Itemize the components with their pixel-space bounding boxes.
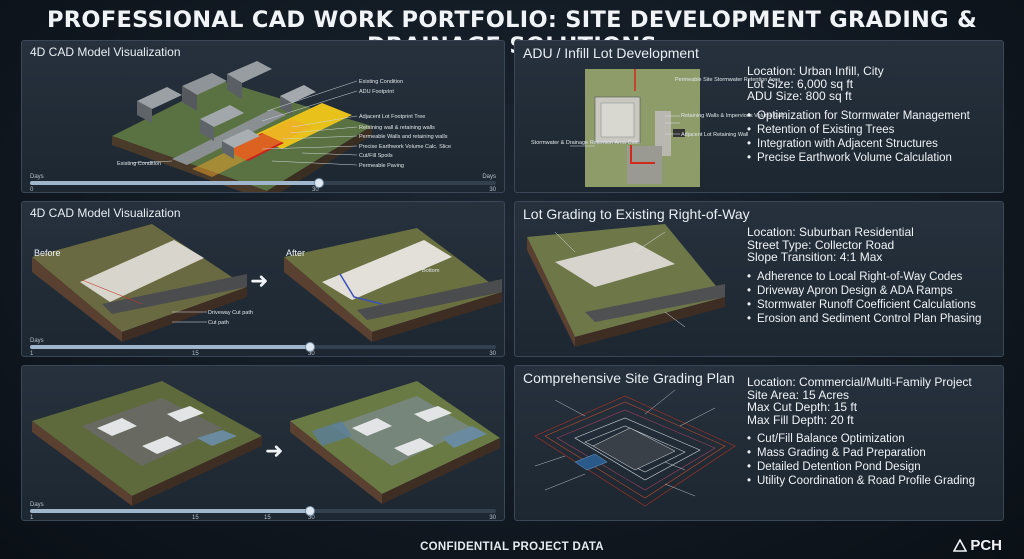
feature-list: Cut/Fill Balance Optimization Mass Gradi… <box>747 432 999 488</box>
location-text: Location: Urban Infill, City <box>747 64 884 78</box>
timeline-slider[interactable] <box>30 342 496 352</box>
list-item: Mass Grading & Pad Preparation <box>747 446 999 460</box>
max-fill-text: Max Fill Depth: 20 ft <box>747 412 854 427</box>
callout: Adjacent Lot Retaining Wall <box>681 132 748 138</box>
list-item: Integration with Adjacent Structures <box>747 137 997 151</box>
feature-list: Optimization for Stormwater Management R… <box>747 109 997 165</box>
location-text: Location: Commercial/Multi-Family Projec… <box>747 375 972 389</box>
timeline-tick: 30 <box>312 187 319 193</box>
callout: Permeable Paving <box>359 163 404 169</box>
adu-size-text: ADU Size: 800 sq ft <box>747 89 852 103</box>
timeline-fill <box>30 509 310 513</box>
slope-text: Slope Transition: 4:1 Max <box>747 250 883 264</box>
logo: PCH <box>953 537 1002 554</box>
timeline-tick: 1 <box>30 515 34 521</box>
timeline-end-label: Days <box>482 174 496 180</box>
timeline-slider[interactable] <box>30 178 496 188</box>
timeline-fill <box>30 181 319 185</box>
timeline-tick: 30 <box>308 351 315 357</box>
list-item: Utility Coordination & Road Profile Grad… <box>747 474 999 488</box>
location-text: Location: Suburban Residential <box>747 225 914 239</box>
list-item: Adherence to Local Right-of-Way Codes <box>747 270 999 284</box>
list-item: Precise Earthwork Volume Calculation <box>747 151 997 165</box>
corner-label: Existing Condition <box>117 161 161 167</box>
grading-info-block: Location: Commercial/Multi-Family Projec… <box>747 376 999 488</box>
list-item: Erosion and Sediment Control Plan Phasin… <box>747 312 999 326</box>
callout: Adjacent Lot Footprint Tree <box>359 114 425 120</box>
callout: Retaining wall & retaining walls <box>359 125 435 131</box>
feature-list: Adherence to Local Right-of-Way Codes Dr… <box>747 270 999 326</box>
timeline-tick: 30 <box>489 351 496 357</box>
callout: Precise Earthwork Volume Calc. Slice <box>359 144 451 150</box>
timeline-tick: 30 <box>489 187 496 193</box>
timeline-fill <box>30 345 310 349</box>
logo-mark-icon <box>953 538 968 552</box>
timeline-tick: 30 <box>489 515 496 521</box>
callout: Stormwater & Drainage Retention Area Cal… <box>531 140 641 146</box>
arrow-icon: ➜ <box>265 438 283 463</box>
callout: Driveway Cut path <box>208 310 253 316</box>
panel-adu-infill: ADU / Infill Lot Development Stormwater … <box>514 40 1004 193</box>
timeline-tick: 15 <box>264 515 271 521</box>
before-after-render: Before After ➜ Bottom Driveway Cut path … <box>32 224 502 342</box>
arrow-icon: ➜ <box>250 268 268 293</box>
timeline-tick: 0 <box>30 187 34 193</box>
list-item: Driveway Apron Design & ADA Ramps <box>747 284 999 298</box>
list-item: Retention of Existing Trees <box>747 123 997 137</box>
callout: Permeable Walls and retaining walls <box>359 134 448 140</box>
panel-lot-grading: Lot Grading to Existing Right-of-Way Loc… <box>514 201 1004 357</box>
timeline-start-label: Days <box>30 338 44 344</box>
list-item: Detailed Detention Pond Design <box>747 460 999 474</box>
footer-text: CONFIDENTIAL PROJECT DATA <box>420 541 604 553</box>
panel-site-phasing: ➜ Days 1 15 15 30 30 <box>21 365 505 521</box>
timeline-tick: 1 <box>30 351 34 357</box>
panel-comprehensive-grading: Comprehensive Site Grading Plan Location… <box>514 365 1004 521</box>
logo-text: PCH <box>970 537 1002 554</box>
callout: Cut/Fill Spoils <box>359 153 393 159</box>
max-cut-text: Max Cut Depth: 15 ft <box>747 400 858 414</box>
list-item: Stormwater Runoff Coefficient Calculatio… <box>747 298 999 312</box>
row-info-block: Location: Suburban Residential Street Ty… <box>747 226 999 326</box>
callout: Cut path <box>208 320 229 326</box>
timeline-tick: 15 <box>192 351 199 357</box>
timeline-start-label: Days <box>30 174 44 180</box>
panel-4d-model-2: 4D CAD Model Visualization Before After … <box>21 201 505 357</box>
callout: Existing Condition <box>359 79 403 85</box>
callout: ADU Footprint <box>359 89 394 95</box>
list-item: Cut/Fill Balance Optimization <box>747 432 999 446</box>
before-label: Before <box>34 248 61 258</box>
site-model-render: Existing Condition ADU Footprint Adjacen… <box>112 61 451 192</box>
timeline-slider[interactable] <box>30 506 496 516</box>
timeline-start-label: Days <box>30 502 44 508</box>
site-phasing-render: ➜ <box>32 381 500 506</box>
list-item: Optimization for Stormwater Management <box>747 109 997 123</box>
panel-4d-model-1: 4D CAD Model Visualization Existing Cond… <box>21 40 505 193</box>
adu-info-block: Location: Urban Infill, City Lot Size: 6… <box>747 65 997 165</box>
timeline-tick: 30 <box>308 515 315 521</box>
callout: Bottom <box>422 268 440 274</box>
after-label: After <box>286 248 305 258</box>
timeline-tick: 15 <box>192 515 199 521</box>
